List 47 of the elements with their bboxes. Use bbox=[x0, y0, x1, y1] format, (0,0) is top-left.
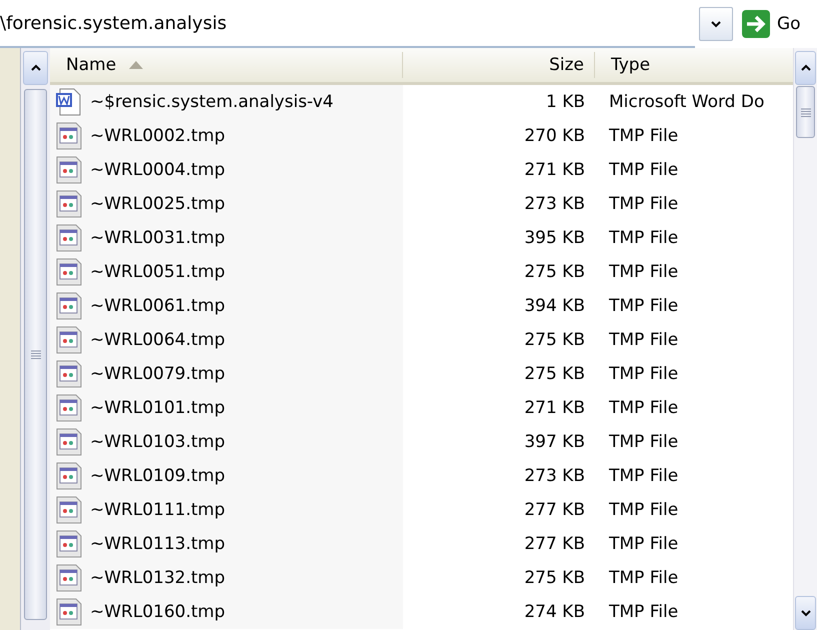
file-type: TMP File bbox=[609, 126, 678, 146]
up-chevron-icon bbox=[30, 64, 40, 71]
scrollbar-thumb[interactable] bbox=[796, 86, 815, 138]
file-size: 275 KB bbox=[524, 568, 585, 588]
scroll-up-button[interactable] bbox=[795, 51, 816, 85]
file-type: TMP File bbox=[609, 262, 678, 282]
file-type: TMP File bbox=[609, 500, 678, 520]
scroll-down-button[interactable] bbox=[795, 596, 816, 630]
column-header[interactable]: Type bbox=[595, 52, 793, 78]
file-size: 270 KB bbox=[524, 126, 585, 146]
dropdown-button[interactable] bbox=[699, 7, 733, 41]
file-type: TMP File bbox=[609, 330, 678, 350]
file-size: 397 KB bbox=[524, 432, 585, 452]
file-size: 275 KB bbox=[524, 364, 585, 384]
file-size: 277 KB bbox=[524, 534, 585, 554]
file-type: TMP File bbox=[609, 398, 678, 418]
file-size: 273 KB bbox=[524, 194, 585, 214]
scroll-up-button[interactable] bbox=[23, 51, 48, 85]
file-type: TMP File bbox=[609, 160, 678, 180]
file-type: TMP File bbox=[609, 194, 678, 214]
scrollbar-thumb[interactable] bbox=[24, 89, 47, 620]
file-size: 275 KB bbox=[524, 330, 585, 350]
file-size: 277 KB bbox=[524, 500, 585, 520]
file-type: Microsoft Word Do bbox=[609, 92, 764, 112]
down-chevron-icon bbox=[711, 21, 721, 28]
file-size: 274 KB bbox=[524, 602, 585, 622]
column-header[interactable]: Size bbox=[403, 52, 595, 78]
file-type: TMP File bbox=[609, 432, 678, 452]
file-size: 394 KB bbox=[524, 296, 585, 316]
file-size: 273 KB bbox=[524, 466, 585, 486]
file-type: TMP File bbox=[609, 228, 678, 248]
file-type: TMP File bbox=[609, 296, 678, 316]
file-type: TMP File bbox=[609, 364, 678, 384]
file-size: 1 KB bbox=[546, 92, 585, 112]
file-type: TMP File bbox=[609, 568, 678, 588]
column-header[interactable]: Name bbox=[50, 52, 403, 78]
file-type: TMP File bbox=[609, 466, 678, 486]
sort-ascending-icon bbox=[128, 60, 144, 70]
file-size: 271 KB bbox=[524, 398, 585, 418]
file-size: 395 KB bbox=[524, 228, 585, 248]
file-size: 275 KB bbox=[524, 262, 585, 282]
file-size: 271 KB bbox=[524, 160, 585, 180]
file-type: TMP File bbox=[609, 534, 678, 554]
go-button[interactable]: Go bbox=[741, 5, 807, 43]
up-chevron-icon bbox=[800, 64, 810, 71]
down-chevron-icon bbox=[800, 610, 810, 616]
file-type: TMP File bbox=[609, 602, 678, 622]
